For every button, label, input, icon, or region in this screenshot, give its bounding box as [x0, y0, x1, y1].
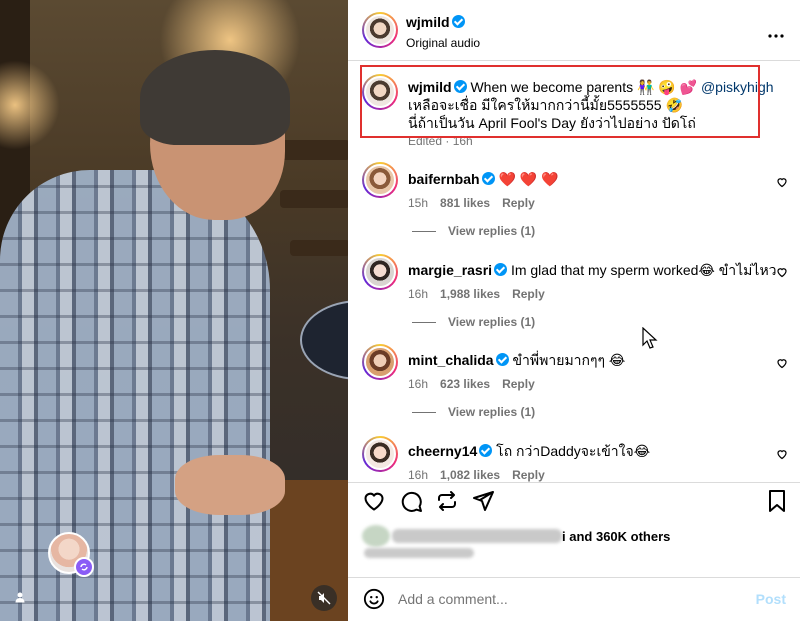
comment-avatar[interactable]	[362, 436, 398, 472]
likes-summary-suffix: i and	[562, 529, 593, 544]
post-comment-button[interactable]: Post	[756, 591, 786, 607]
comment-username[interactable]: baifernbah	[408, 171, 480, 187]
liker-avatar[interactable]	[362, 525, 390, 547]
author-avatar[interactable]	[362, 12, 398, 48]
comment-avatar[interactable]	[362, 254, 398, 290]
comment-likes[interactable]: 881 likes	[440, 196, 490, 210]
verified-badge-icon	[479, 444, 493, 457]
view-replies-line	[412, 321, 436, 323]
comment-bubble-icon	[401, 491, 422, 512]
comment-avatar[interactable]	[362, 162, 398, 198]
background-light	[0, 60, 60, 150]
annotation-highlight-box	[360, 65, 760, 138]
view-replies-label: View replies (1)	[448, 405, 536, 419]
redacted-liker-name	[392, 529, 562, 543]
more-options-button[interactable]	[768, 22, 784, 43]
verified-badge-icon	[494, 263, 508, 276]
comment-text: ❤️ ❤️ ❤️	[498, 171, 559, 187]
likes-count[interactable]: 360K others	[596, 529, 670, 544]
like-comment-heart-icon[interactable]	[776, 357, 788, 369]
post-header: wjmild Original audio	[406, 14, 480, 50]
comment-likes[interactable]: 1,082 likes	[440, 468, 500, 482]
view-replies-button[interactable]: View replies (1)	[412, 405, 535, 419]
view-replies-line	[412, 230, 436, 232]
remix-icon[interactable]	[74, 557, 94, 577]
comment-input[interactable]	[398, 588, 748, 610]
comment-text: โถ กว่าDaddyจะเข้าใจ😂	[496, 443, 651, 459]
reel-video[interactable]	[0, 0, 348, 621]
muted-speaker-icon	[317, 591, 331, 605]
view-replies-label: View replies (1)	[448, 315, 536, 329]
comment-time: 16h	[408, 287, 429, 301]
header-divider	[348, 60, 800, 61]
person-shirt	[0, 170, 270, 621]
heart-icon	[364, 492, 384, 511]
view-replies-line	[412, 411, 436, 413]
comment-time: 16h	[408, 468, 429, 482]
mouse-cursor-icon	[642, 327, 658, 349]
repost-icon	[438, 491, 456, 511]
comment: mint_chalida ขำพี่พายมากๆๆ 😂 16h 623 like…	[408, 351, 625, 393]
post-details-panel: wjmild Original audio wjmild When we bec…	[348, 0, 800, 621]
actions-divider	[348, 482, 800, 483]
bookmark-icon	[769, 490, 785, 512]
repost-button[interactable]	[434, 488, 460, 514]
tagged-user-icon[interactable]	[11, 588, 29, 606]
likes-summary[interactable]: i and 360K others	[562, 529, 670, 544]
verified-badge-icon	[451, 15, 465, 28]
background-stair	[290, 240, 348, 256]
comment-text: Im glad that my sperm worked😂 ขำไม่ไหว	[510, 262, 777, 278]
comment: cheerny14 โถ กว่าDaddyจะเข้าใจ😂 16h 1,082…	[408, 442, 650, 484]
audio-label[interactable]: Original audio	[406, 36, 480, 50]
like-comment-heart-icon[interactable]	[776, 176, 788, 188]
comment-username[interactable]: mint_chalida	[408, 352, 494, 368]
like-comment-heart-icon[interactable]	[776, 448, 788, 460]
redacted-liker-name	[364, 548, 474, 558]
comment-text: ขำพี่พายมากๆๆ 😂	[512, 352, 626, 368]
verified-badge-icon	[481, 172, 495, 185]
comment: margie_rasri Im glad that my sperm worke…	[408, 261, 777, 303]
like-comment-heart-icon[interactable]	[776, 266, 788, 278]
view-replies-label: View replies (1)	[448, 224, 536, 238]
like-button[interactable]	[361, 488, 387, 514]
emoji-icon	[363, 588, 385, 610]
comment-avatar[interactable]	[362, 344, 398, 380]
comment-username[interactable]: cheerny14	[408, 443, 477, 459]
author-username[interactable]: wjmild	[406, 14, 450, 30]
background-floor-mat	[300, 300, 348, 380]
person-hair	[140, 50, 290, 145]
view-replies-button[interactable]: View replies (1)	[412, 315, 535, 329]
person-hands	[175, 455, 285, 515]
reply-button[interactable]: Reply	[512, 468, 545, 482]
verified-badge-icon	[495, 353, 509, 366]
comment-button[interactable]	[398, 488, 424, 514]
view-replies-button[interactable]: View replies (1)	[412, 224, 535, 238]
reply-button[interactable]: Reply	[502, 196, 535, 210]
reply-button[interactable]: Reply	[502, 377, 535, 391]
comment: baifernbah ❤️ ❤️ ❤️ 15h 881 likes Reply	[408, 170, 559, 212]
emoji-button[interactable]	[361, 586, 387, 612]
comment-likes[interactable]: 1,988 likes	[440, 287, 500, 301]
comment-time: 16h	[408, 377, 429, 391]
background-stair	[280, 190, 348, 208]
mute-button[interactable]	[311, 585, 337, 611]
comment-likes[interactable]: 623 likes	[440, 377, 490, 391]
send-icon	[473, 491, 494, 511]
reply-button[interactable]: Reply	[512, 287, 545, 301]
comment-username[interactable]: margie_rasri	[408, 262, 492, 278]
more-horizontal-icon	[768, 34, 784, 38]
comment-box-divider	[348, 577, 800, 578]
comment-time: 15h	[408, 196, 429, 210]
share-button[interactable]	[470, 488, 496, 514]
save-button[interactable]	[764, 488, 790, 514]
